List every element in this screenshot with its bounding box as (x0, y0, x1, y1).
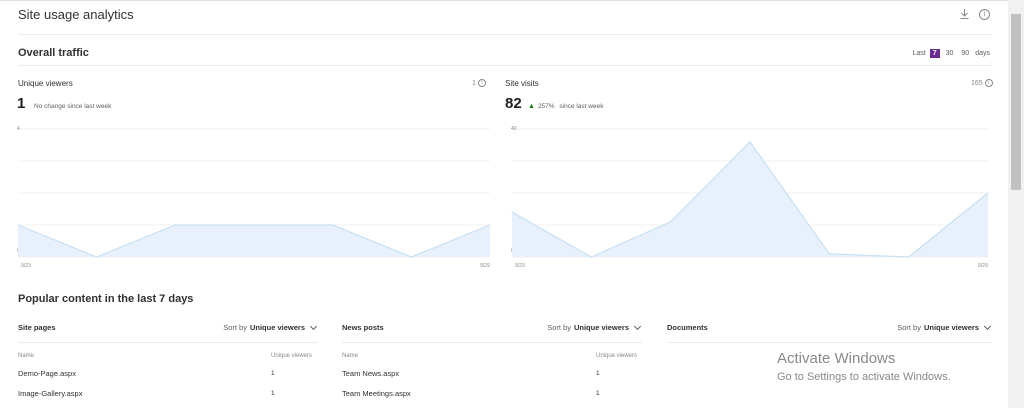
info-icon[interactable]: i (979, 9, 990, 20)
panel-divider (342, 342, 642, 343)
column-header-unique-viewers: Unique viewers (596, 353, 638, 359)
range-label: Last (912, 50, 926, 57)
unique-viewers-note: No change since last week (34, 103, 112, 110)
unique-viewers-label: Unique viewers (18, 79, 73, 88)
top-border (0, 0, 1008, 1)
uv-point (332, 224, 334, 226)
sv-x-tick-first: 9/23 (515, 263, 525, 269)
range-option-90[interactable]: 90 (959, 49, 971, 58)
sort-label: Sort by (897, 323, 921, 332)
range-option-7[interactable]: 7 (929, 49, 940, 58)
download-icon[interactable] (960, 9, 969, 22)
sort-label: Sort by (223, 323, 247, 332)
sv-area (512, 141, 988, 257)
list-item-value: 1 (271, 370, 275, 377)
uv-point (253, 224, 255, 226)
uv-point (489, 224, 491, 226)
news-posts-sort[interactable]: Sort by Unique viewers (547, 322, 642, 332)
sv-point (749, 141, 751, 143)
news-posts-panel: News posts Sort by Unique viewers Name U… (342, 315, 642, 408)
sort-value: Unique viewers (249, 323, 305, 332)
site-visits-total: 165 i (971, 79, 993, 87)
sv-x-tick-last: 9/29 (978, 263, 988, 269)
sv-point (908, 256, 910, 258)
sv-point (670, 221, 672, 223)
uv-point (174, 224, 176, 226)
header-divider (18, 34, 992, 35)
list-item[interactable]: Demo-Page.aspx (18, 369, 76, 378)
uv-point (410, 256, 412, 258)
watermark-line1: Activate Windows (777, 350, 896, 367)
sort-label: Sort by (547, 323, 571, 332)
header-actions: i (960, 9, 990, 22)
sv-y-tick-max: 40 (511, 126, 517, 132)
sort-value: Unique viewers (923, 323, 979, 332)
site-pages-sort[interactable]: Sort by Unique viewers (223, 322, 318, 332)
unique-viewers-total-value: 1 (472, 79, 476, 87)
panel-divider (667, 342, 992, 343)
info-icon[interactable]: i (984, 79, 993, 87)
unique-viewers-total: 1 i (472, 79, 486, 87)
sort-value: Unique viewers (573, 323, 629, 332)
unique-viewers-value: 1 (17, 95, 26, 112)
chevron-down-icon (309, 322, 318, 331)
traffic-divider (18, 65, 992, 66)
chevron-down-icon (983, 322, 992, 331)
uv-x-tick-last: 9/29 (480, 263, 490, 269)
date-range-selector: Last 7 30 90 days (912, 49, 990, 58)
page-scrollbar[interactable] (1008, 0, 1024, 408)
trend-up-icon: ▲ (528, 103, 535, 110)
uv-point (96, 256, 98, 258)
uv-area (18, 225, 490, 257)
range-option-30[interactable]: 30 (944, 49, 956, 58)
page-title: Site usage analytics (18, 7, 134, 22)
site-pages-panel: Site pages Sort by Unique viewers Name U… (18, 315, 318, 408)
list-item-value: 1 (271, 390, 275, 397)
column-header-name: Name (18, 353, 35, 359)
site-visits-change: ▲ 257% since last week (528, 103, 603, 110)
site-visits-value: 82 (505, 95, 522, 112)
site-visits-chart: 4009/239/29 (511, 126, 989, 269)
list-item-value: 1 (596, 370, 600, 377)
list-item-value: 1 (596, 390, 600, 397)
watermark-line2: Go to Settings to activate Windows. (777, 371, 951, 383)
info-icon[interactable]: i (477, 79, 486, 87)
column-header-name: Name (342, 353, 359, 359)
list-item[interactable]: Image-Gallery.aspx (18, 389, 82, 398)
site-visits-change-note: since last week (559, 103, 604, 110)
sv-point (987, 192, 989, 194)
popular-content-title: Popular content in the last 7 days (18, 293, 194, 305)
activate-windows-watermark: Activate Windows Go to Settings to activ… (777, 350, 951, 383)
sv-point (828, 253, 830, 255)
uv-y-tick-max: 4 (17, 126, 20, 132)
chevron-down-icon (633, 322, 642, 331)
site-visits-total-value: 165 (971, 79, 983, 87)
sv-point (590, 256, 592, 258)
scrollbar-thumb[interactable] (1011, 14, 1021, 190)
uv-x-tick-first: 9/23 (21, 263, 31, 269)
site-visits-change-value: 257% (537, 103, 555, 110)
range-unit: days (975, 50, 990, 57)
overall-traffic-title: Overall traffic (18, 47, 89, 59)
sv-point (511, 211, 513, 213)
list-item[interactable]: Team Meetings.aspx (342, 389, 411, 398)
documents-sort[interactable]: Sort by Unique viewers (897, 322, 992, 332)
column-header-unique-viewers: Unique viewers (271, 353, 313, 359)
analytics-page: Site usage analytics i Overall traffic L… (0, 0, 1008, 408)
list-item[interactable]: Team News.aspx (342, 369, 399, 378)
unique-viewers-chart: 409/239/29 (17, 126, 491, 269)
site-visits-label: Site visits (505, 79, 539, 88)
panel-divider (18, 342, 318, 343)
uv-point (17, 224, 19, 226)
